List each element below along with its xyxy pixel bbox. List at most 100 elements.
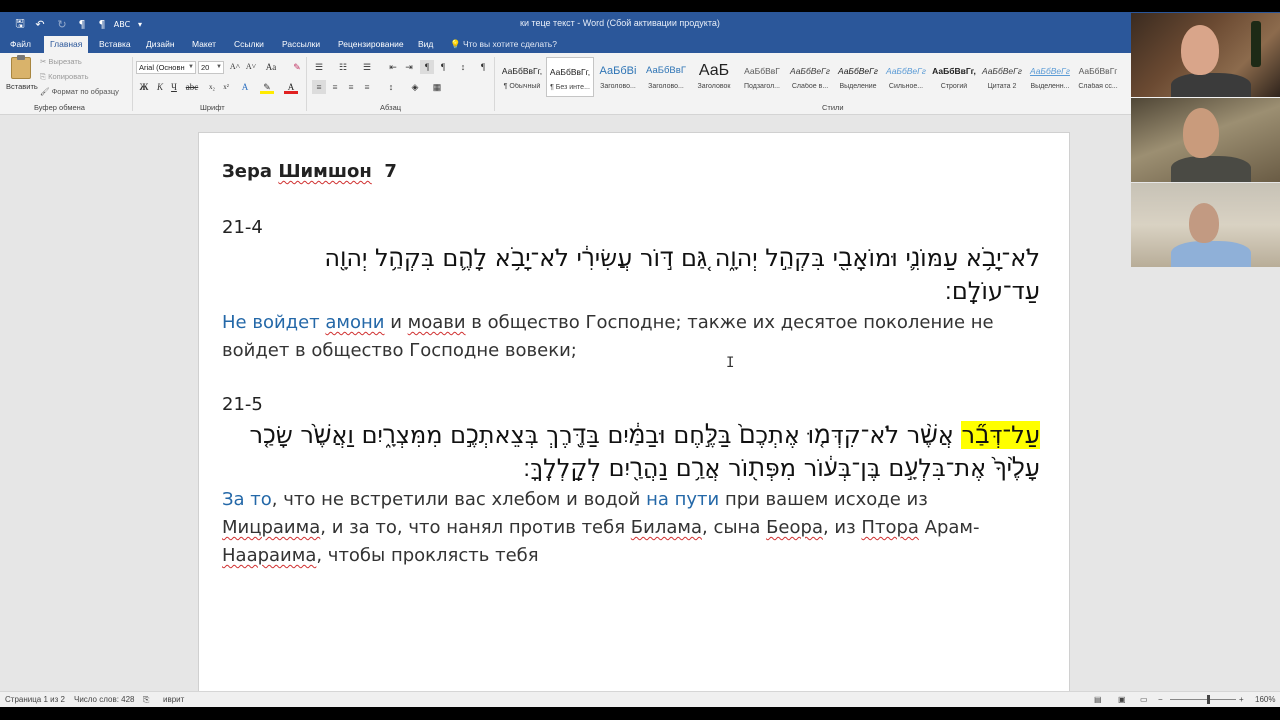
show-marks-icon[interactable]: ¶ <box>476 60 490 74</box>
heading-number: 7 <box>384 161 397 182</box>
translation-segment: Мицраима <box>222 517 321 538</box>
style-no-spacing[interactable]: АаБбВвГг, ¶ Без инте... <box>546 57 594 97</box>
style-intense-emphasis[interactable]: АаБбВеГг Сильное... <box>882 57 930 97</box>
document-page[interactable]: Зера Шимшон 7 21-4 לֹא־יָבֹ֥א עַמּוֹנִ֛י… <box>198 132 1070 692</box>
style-sample: АаБ <box>698 63 730 79</box>
paste-label: Вставить <box>6 82 38 91</box>
translation-segment: , и за то, что нанял против тебя <box>320 517 631 538</box>
ltr-paragraph-icon[interactable]: ¶ <box>94 16 110 32</box>
style-subtitle[interactable]: АаБбВвГ Подзагол... <box>738 57 786 97</box>
style-subtle-reference[interactable]: АаБбВвГг Слабая сс... <box>1074 57 1122 97</box>
copy-button[interactable]: ⎘ Копировать <box>40 72 88 82</box>
page-indicator[interactable]: Страница 1 из 2 <box>5 695 65 704</box>
tab-design[interactable]: Дизайн <box>140 36 181 53</box>
font-size-combo[interactable]: 20 ▼ <box>198 61 224 74</box>
style-sample: АаБбВеГг <box>886 66 926 76</box>
customize-qat-icon[interactable]: ▾ <box>132 16 148 32</box>
paragraph-group-label: Абзац <box>380 103 402 112</box>
cut-button[interactable]: ✂ Вырезать <box>40 57 82 66</box>
tell-me-box[interactable]: 💡 Что вы хотите сделать? <box>450 36 557 53</box>
word-count[interactable]: Число слов: 428 <box>74 695 134 704</box>
style-heading-1[interactable]: АаБбВі Заголово... <box>594 57 642 97</box>
numbering-icon[interactable]: ☷ <box>336 60 350 74</box>
multilevel-list-icon[interactable]: ☰ <box>360 60 374 74</box>
save-icon[interactable]: 🖫 <box>12 16 28 32</box>
change-case-icon[interactable]: Aa <box>264 60 278 74</box>
align-right-icon[interactable]: ≡ <box>344 80 358 94</box>
text-effects-icon[interactable]: A <box>238 80 252 94</box>
video-participant-2[interactable] <box>1131 98 1280 182</box>
strikethrough-icon[interactable]: abc <box>185 80 199 94</box>
shading-icon[interactable]: ◈ <box>408 80 422 94</box>
format-painter-button[interactable]: 🖌 Формат по образцу <box>40 87 119 96</box>
zoom-slider[interactable] <box>1170 699 1236 700</box>
undo-icon[interactable]: ↶ <box>32 16 48 32</box>
grow-font-icon[interactable]: A˄ <box>228 60 242 74</box>
proofing-icon[interactable]: ⎘ <box>143 695 149 705</box>
style-heading-2[interactable]: АаБбВвГ Заголово... <box>642 57 690 97</box>
translation-segment: моави <box>407 312 466 333</box>
video-participant-1[interactable] <box>1131 13 1280 97</box>
style-name: Сильное... <box>888 83 924 90</box>
italic-icon[interactable]: К <box>153 80 167 94</box>
bold-icon[interactable]: Ж <box>137 80 151 94</box>
ribbon-tabs: Файл Главная Вставка Дизайн Макет Ссылки… <box>0 36 1280 53</box>
zoom-level[interactable]: 160% <box>1255 695 1275 704</box>
style-sample: АаБбВеГг <box>838 66 878 76</box>
zoom-slider-handle[interactable] <box>1207 695 1210 704</box>
style-sample: АаБбВвГг, <box>501 66 543 76</box>
style-title[interactable]: АаБ Заголовок <box>690 57 738 97</box>
tab-insert[interactable]: Вставка <box>93 36 137 53</box>
bullets-icon[interactable]: ☰ <box>312 60 326 74</box>
shrink-font-icon[interactable]: A˅ <box>244 60 258 74</box>
style-normal[interactable]: АаБбВвГг, ¶ Обычный <box>498 57 546 97</box>
ltr-direction-icon[interactable]: ¶ <box>420 60 434 74</box>
rtl-paragraph-icon[interactable]: ¶ <box>74 16 90 32</box>
paste-button[interactable]: Вставить <box>6 55 38 101</box>
tab-mailings[interactable]: Рассылки <box>276 36 326 53</box>
title-bar: 🖫 ↶ ↻ ¶ ¶ ABC ▾ ки теце текст - Word (Сб… <box>0 12 1280 36</box>
borders-icon[interactable]: ▦ <box>430 80 444 94</box>
justify-icon[interactable]: ≡ <box>360 80 374 94</box>
redo-icon[interactable]: ↻ <box>54 16 70 32</box>
style-name: Цитата 2 <box>987 83 1017 90</box>
subscript-icon[interactable]: x₂ <box>205 80 219 94</box>
read-mode-icon[interactable]: ▤ <box>1094 695 1102 704</box>
clipboard-icon <box>11 55 31 79</box>
align-center-icon[interactable]: ≡ <box>328 80 342 94</box>
print-layout-icon[interactable]: ▣ <box>1118 695 1126 704</box>
web-layout-icon[interactable]: ▭ <box>1140 695 1148 704</box>
increase-indent-icon[interactable]: ⇥ <box>402 60 416 74</box>
video-participant-3[interactable] <box>1131 183 1280 267</box>
zoom-in-icon[interactable]: + <box>1239 695 1244 704</box>
line-spacing-icon[interactable]: ↕ <box>384 80 398 94</box>
spelling-icon[interactable]: ABC <box>114 16 130 32</box>
font-name-combo[interactable]: Arial (Основн ▼ <box>136 61 196 74</box>
align-left-icon[interactable]: ≡ <box>312 80 326 94</box>
sort-icon[interactable]: ↕ <box>456 60 470 74</box>
rtl-direction-icon[interactable]: ¶ <box>436 60 450 74</box>
style-subtle-emphasis[interactable]: АаБбВеГг Слабое в... <box>786 57 834 97</box>
style-quote-2[interactable]: АаБбВеГг Цитата 2 <box>978 57 1026 97</box>
font-color-icon[interactable]: A <box>284 80 298 94</box>
tab-review[interactable]: Рецензирование <box>332 36 410 53</box>
highlight-icon[interactable]: ✎ <box>260 80 274 94</box>
language-indicator[interactable]: иврит <box>163 695 184 704</box>
tab-home[interactable]: Главная <box>44 36 89 53</box>
underline-icon[interactable]: Ч <box>167 80 181 94</box>
superscript-icon[interactable]: x² <box>219 80 233 94</box>
style-name: Слабая сс... <box>1078 83 1118 90</box>
style-sample: АаБбВеГг <box>1030 66 1070 76</box>
clear-formatting-icon[interactable]: ✎ <box>290 60 304 74</box>
translation-segment: при вашем исходе из <box>719 489 928 510</box>
tab-file[interactable]: Файл <box>4 36 37 53</box>
style-strong[interactable]: АаБбВвГг, Строгий <box>930 57 978 97</box>
decrease-indent-icon[interactable]: ⇤ <box>386 60 400 74</box>
tab-view[interactable]: Вид <box>412 36 439 53</box>
style-intense-quote[interactable]: АаБбВеГг Выделенн... <box>1026 57 1074 97</box>
style-emphasis[interactable]: АаБбВеГг Выделение <box>834 57 882 97</box>
tab-layout[interactable]: Макет <box>186 36 222 53</box>
screen-top-strip <box>0 0 1280 12</box>
tab-references[interactable]: Ссылки <box>228 36 270 53</box>
zoom-out-icon[interactable]: − <box>1158 695 1163 704</box>
